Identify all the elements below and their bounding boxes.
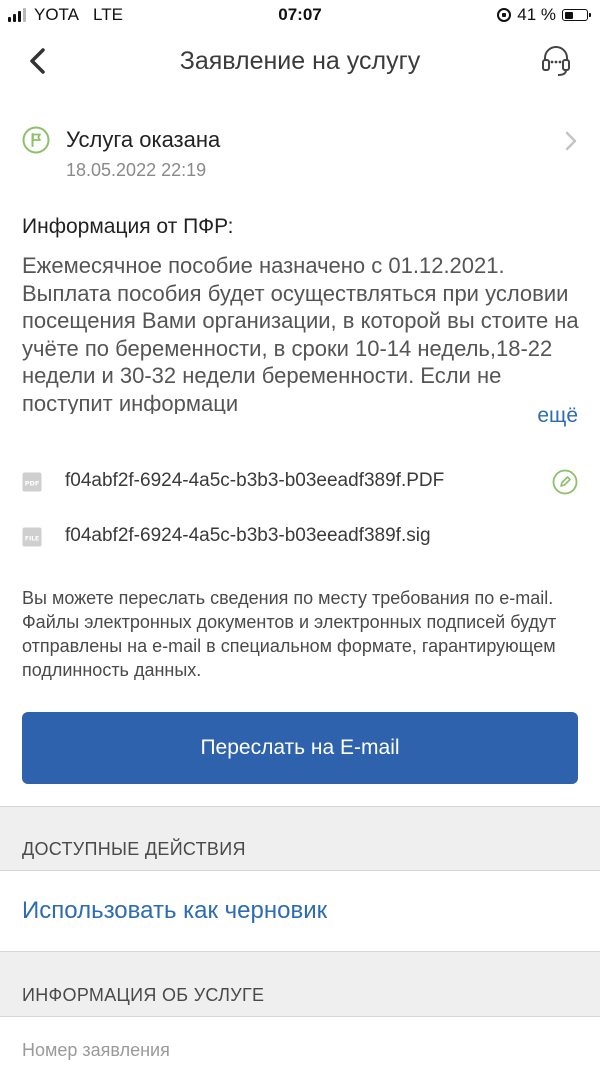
more-link[interactable]: ещё xyxy=(537,404,578,428)
file-icon: FILE xyxy=(22,527,42,547)
pdf-badge-label: PDF xyxy=(25,480,40,488)
page-title: Заявление на услугу xyxy=(179,47,421,75)
service-status-title: Услуга оказана xyxy=(66,127,221,152)
service-status-date: 18.05.2022 22:19 xyxy=(66,160,207,180)
support-button[interactable] xyxy=(538,42,574,78)
battery-percent: 41 % xyxy=(517,5,556,24)
status-bar-right: 41 % xyxy=(497,5,591,25)
headset-icon xyxy=(542,46,570,76)
file-row-pdf[interactable]: PDF f04abf2f-6924-4a5c-b3b3-b03eeadf389f… xyxy=(22,464,578,500)
rotation-lock-icon xyxy=(497,8,512,22)
flag-icon xyxy=(22,126,50,154)
chevron-right-icon xyxy=(565,131,577,151)
navigation-bar: Заявление на услугу xyxy=(0,32,600,90)
status-bar: YOTA LTE 07:07 41 % xyxy=(0,0,600,32)
file-name: f04abf2f-6924-4a5c-b3b3-b03eeadf389f.PDF xyxy=(65,470,445,491)
info-heading: Информация от ПФР: xyxy=(22,215,234,238)
use-as-draft-link[interactable]: Использовать как черновик xyxy=(22,897,327,925)
signature-icon[interactable] xyxy=(552,469,578,495)
file-badge-label: FILE xyxy=(25,536,39,543)
service-status-row[interactable]: Услуга оказана 18.05.2022 22:19 xyxy=(22,122,582,186)
section-header-info: ИНФОРМАЦИЯ ОБ УСЛУГЕ xyxy=(0,951,600,1017)
pdf-file-icon: PDF xyxy=(22,472,42,492)
send-email-button[interactable]: Переслать на E-mail xyxy=(22,712,578,784)
battery-icon xyxy=(562,9,591,21)
application-number-label: Номер заявления xyxy=(22,1040,170,1060)
file-name: f04abf2f-6924-4a5c-b3b3-b03eeadf389f.sig xyxy=(65,525,431,546)
section-header-actions: ДОСТУПНЫЕ ДЕЙСТВИЯ xyxy=(0,806,600,871)
text-fade xyxy=(380,387,530,415)
section-header-label: ДОСТУПНЫЕ ДЕЙСТВИЯ xyxy=(22,839,246,859)
email-forward-note: Вы можете переслать сведения по месту тр… xyxy=(22,588,557,680)
section-header-label: ИНФОРМАЦИЯ ОБ УСЛУГЕ xyxy=(22,985,265,1005)
file-row-sig[interactable]: FILE f04abf2f-6924-4a5c-b3b3-b03eeadf389… xyxy=(22,519,578,555)
